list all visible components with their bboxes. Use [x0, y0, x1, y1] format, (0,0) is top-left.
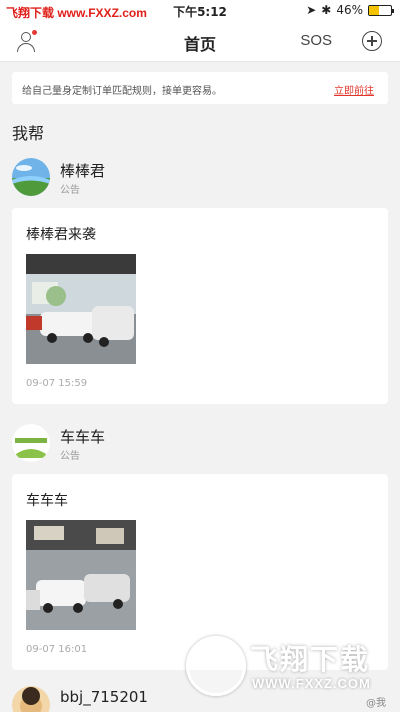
sos-button[interactable]: SOS [300, 32, 332, 49]
location-icon: ➤ [306, 3, 317, 17]
post-photo[interactable] [26, 520, 136, 630]
post-time: 09-07 16:01 [26, 644, 88, 655]
watermark-logo-icon [186, 636, 246, 696]
bluetooth-icon: ✱ [321, 3, 332, 17]
watermark-me: @我 [366, 698, 386, 709]
author-name: 棒棒君 [60, 162, 106, 180]
author-role: 公告 [60, 451, 80, 462]
avatar[interactable] [12, 158, 50, 196]
avatar[interactable] [12, 686, 50, 712]
post-title: 棒棒君来袭 [26, 227, 96, 243]
post-author[interactable]: 车车车 公告 [12, 424, 312, 468]
site-watermark: 飞翔下载 WWW.FXXZ.COM [186, 636, 386, 698]
watermark-brand: 飞翔下载 [250, 643, 371, 676]
status-icons: ➤ ✱ 46% [306, 3, 394, 17]
rule-notice-banner: 给自己量身定制订单匹配规则，接单更容易。 立即前往 [12, 72, 388, 104]
status-bar: 飞翔下载 www.FXXZ.com 下午5:12 ➤ ✱ 46% [0, 0, 400, 22]
post-time: 09-07 15:59 [26, 378, 88, 389]
go-now-link[interactable]: 立即前往 [334, 82, 374, 97]
post-photo[interactable] [26, 254, 136, 364]
post-author[interactable]: 棒棒君 公告 [12, 158, 312, 202]
top-navigation-bar: 首页 SOS [0, 22, 400, 62]
battery-percent: 46% [336, 3, 363, 17]
add-circle-icon[interactable] [362, 31, 382, 51]
notice-text: 给自己量身定制订单匹配规则，接单更容易。 [22, 86, 222, 97]
author-role: 公告 [60, 185, 80, 196]
watermark-url: WWW.FXXZ.COM [252, 676, 371, 691]
post-title: 车车车 [26, 493, 68, 509]
author-name: 车车车 [60, 428, 106, 446]
battery-icon [368, 4, 394, 16]
section-title: 我帮 [12, 124, 45, 143]
avatar[interactable] [12, 424, 50, 462]
page-title: 首页 [183, 35, 216, 54]
author-name: bbj_715201 [60, 688, 148, 706]
post-card[interactable]: 棒棒君来袭 09-07 15:59 [12, 208, 388, 404]
